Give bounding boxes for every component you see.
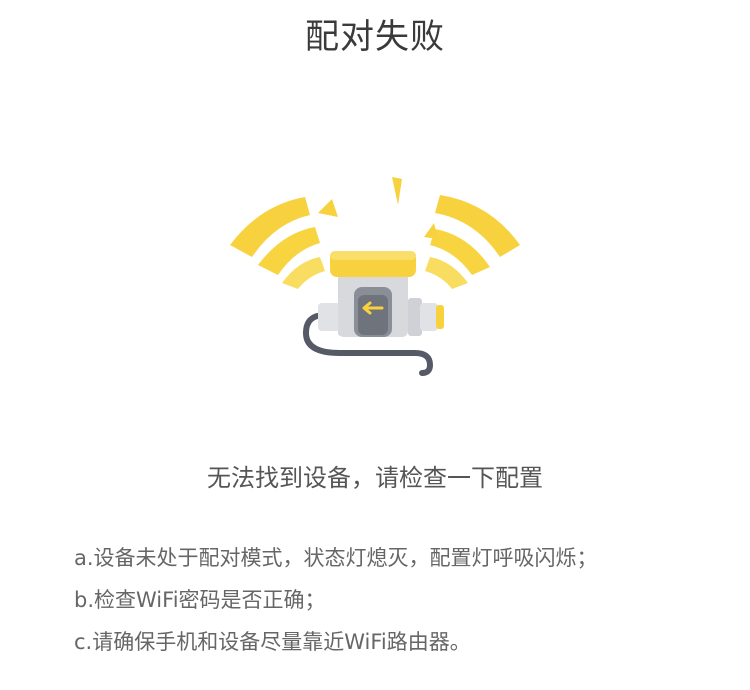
- right-signal-arcs-icon: [424, 195, 520, 289]
- left-signal-arcs-icon: [230, 197, 338, 289]
- tip-item: c.请确保手机和设备尽量靠近WiFi路由器。: [74, 630, 471, 654]
- device-signal-illustration: [220, 165, 530, 385]
- tips-list: a.设备未处于配对模式，状态灯熄灭，配置灯呼吸闪烁； b.检查WiFi密码是否正…: [74, 537, 714, 663]
- page-title: 配对失败: [305, 17, 445, 57]
- pairing-failed-page: 配对失败 无法找到设备，请检查一下配置 a.设备未处于配对模式，状态灯熄灭，配置…: [0, 0, 750, 690]
- spark-icon: [392, 177, 402, 205]
- tip-item: a.设备未处于配对模式，状态灯熄灭，配置灯呼吸闪烁；: [74, 546, 598, 570]
- tip-item: b.检查WiFi密码是否正确；: [74, 588, 326, 612]
- error-message: 无法找到设备，请检查一下配置: [207, 464, 543, 492]
- device-signal-icon: [230, 177, 520, 376]
